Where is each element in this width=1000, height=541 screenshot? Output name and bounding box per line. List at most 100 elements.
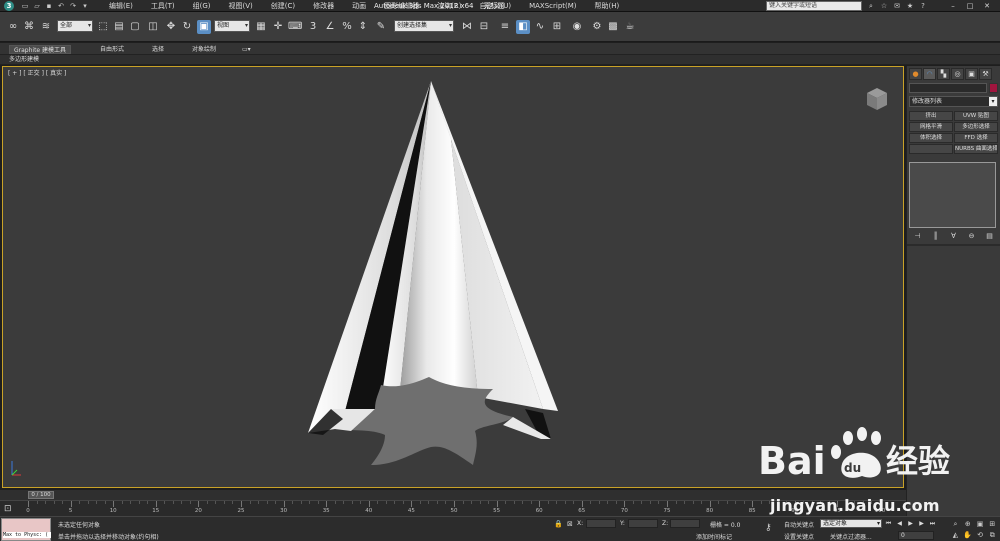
viewport-label[interactable]: [ + ] [ 正交 ] [ 真实 ] [8, 68, 66, 77]
modify-tab-icon[interactable]: ◠ [923, 68, 936, 80]
polygon-modeling-label[interactable]: 多边形建模 [9, 55, 39, 65]
link-icon[interactable]: ∞ [6, 20, 20, 34]
empty-modifier-button[interactable] [909, 144, 953, 154]
minimize-icon[interactable]: – [946, 1, 960, 11]
display-tab-icon[interactable]: ▣ [965, 68, 978, 80]
select-object-icon[interactable]: ⬚ [96, 20, 110, 34]
curve-editor-icon[interactable]: ∿ [533, 20, 547, 34]
zoom-all-icon[interactable]: ⊕ [962, 519, 973, 529]
auto-key-button[interactable]: 自动关键点 [784, 520, 814, 529]
select-by-name-icon[interactable]: ▤ [112, 20, 126, 34]
schematic-view-icon[interactable]: ⊞ [550, 20, 564, 34]
pin-stack-icon[interactable]: ⊣ [911, 231, 924, 241]
viewcube-icon[interactable] [863, 85, 891, 113]
layer-manager-icon[interactable]: ≡ [498, 20, 512, 34]
extrude-button[interactable]: 挤出 [909, 111, 953, 121]
modifier-stack-view[interactable] [909, 162, 996, 228]
orbit-icon[interactable]: ⟲ [975, 530, 986, 540]
star-extrusion-model[interactable] [303, 79, 573, 474]
rotate-icon[interactable]: ↻ [180, 20, 194, 34]
redo-icon[interactable]: ↷ [68, 1, 78, 11]
render-production-icon[interactable]: ☕ [623, 20, 637, 34]
rect-selection-icon[interactable]: ▢ [128, 20, 142, 34]
next-frame-icon[interactable]: ▶ [917, 519, 926, 528]
graphite-toggle-icon[interactable]: ◧ [516, 20, 530, 34]
uvw-map-button[interactable]: UVW 贴图 [954, 111, 998, 121]
edit-named-selection-icon[interactable]: ✎ [374, 20, 388, 34]
render-setup-icon[interactable]: ⚙ [590, 20, 604, 34]
pivot-center-icon[interactable]: ▦ [254, 20, 268, 34]
window-crossing-icon[interactable]: ◫ [146, 20, 160, 34]
menu-help[interactable]: 帮助(H) [586, 1, 629, 11]
new-file-icon[interactable]: ▭ [20, 1, 30, 11]
scale-icon[interactable]: ▣ [197, 20, 211, 34]
nurbs-surface-select-button[interactable]: NURBS 曲面选择 [954, 144, 998, 154]
select-manipulate-icon[interactable]: ✛ [271, 20, 285, 34]
menu-views[interactable]: 视图(V) [220, 1, 262, 11]
keyboard-shortcut-icon[interactable]: ⌨ [288, 20, 302, 34]
tab-graphite-modeling[interactable]: Graphite 建模工具 [9, 45, 72, 54]
go-to-start-icon[interactable]: ⏮ [884, 519, 893, 528]
open-file-icon[interactable]: ▱ [32, 1, 42, 11]
search-input[interactable]: 键入关键字或短语 [766, 1, 862, 11]
menu-tools[interactable]: 工具(T) [142, 1, 184, 11]
mesh-smooth-button[interactable]: 网格平滑 [909, 122, 953, 132]
close-icon[interactable]: ✕ [980, 1, 994, 11]
configure-sets-icon[interactable]: ▤ [983, 231, 996, 241]
y-coordinate-field[interactable] [628, 519, 658, 528]
named-selection-dropdown[interactable]: 创建选择集 ▾ [394, 20, 454, 32]
help-icon[interactable]: ? [918, 1, 928, 11]
object-name-field[interactable] [909, 83, 987, 93]
remove-modifier-icon[interactable]: ⊖ [965, 231, 978, 241]
spinner-snap-icon[interactable]: ⇕ [356, 20, 370, 34]
go-to-end-icon[interactable]: ⏭ [928, 519, 937, 528]
menu-group[interactable]: 组(G) [184, 1, 220, 11]
show-end-result-icon[interactable]: ║ [929, 231, 942, 241]
ribbon-options-icon[interactable]: ▭▾ [242, 45, 251, 54]
angle-snap-icon[interactable]: ∠ [323, 20, 337, 34]
play-icon[interactable]: ▶ [906, 519, 915, 528]
subscription-icon[interactable]: ☆ [879, 1, 889, 11]
maximize-viewport-icon[interactable]: ⧉ [987, 530, 998, 540]
favorites-icon[interactable]: ★ [905, 1, 915, 11]
search-icon[interactable]: ⌕ [866, 1, 876, 11]
mini-curve-editor-icon[interactable]: ⊡ [4, 503, 18, 515]
menu-modifiers[interactable]: 修改器 [304, 1, 343, 11]
unlink-icon[interactable]: ⌘ [22, 20, 36, 34]
key-filters-button[interactable]: 关键点过滤器... [830, 532, 872, 541]
material-editor-icon[interactable]: ◉ [570, 20, 584, 34]
key-selection-dropdown[interactable]: 选定对象 ▾ [820, 519, 882, 528]
object-color-swatch[interactable] [989, 83, 998, 93]
communication-icon[interactable]: ✉ [892, 1, 902, 11]
undo-icon[interactable]: ↶ [56, 1, 66, 11]
reference-coord-dropdown[interactable]: 视图 ▾ [214, 20, 250, 32]
selection-filter-dropdown[interactable]: 全部 ▾ [57, 20, 93, 32]
move-icon[interactable]: ✥ [164, 20, 178, 34]
bind-space-warp-icon[interactable]: ≋ [39, 20, 53, 34]
zoom-extents-all-icon[interactable]: ⊞ [987, 519, 998, 529]
app-logo[interactable]: 3 [0, 0, 18, 12]
motion-tab-icon[interactable]: ◎ [951, 68, 964, 80]
zoom-extents-icon[interactable]: ▣ [975, 519, 986, 529]
make-unique-icon[interactable]: ∀ [947, 231, 960, 241]
rendered-frame-icon[interactable]: ▩ [606, 20, 620, 34]
maximize-icon[interactable]: □ [963, 1, 977, 11]
vol-select-button[interactable]: 体积选择 [909, 133, 953, 143]
menu-animation[interactable]: 动画 [343, 1, 375, 11]
tab-selection[interactable]: 选择 [152, 45, 164, 54]
menu-maxscript[interactable]: MAXScript(M) [520, 2, 585, 10]
percent-snap-icon[interactable]: % [340, 20, 354, 34]
menu-create[interactable]: 创建(C) [262, 1, 304, 11]
tab-object-paint[interactable]: 对象绘制 [192, 45, 216, 54]
set-key-button[interactable]: 设置关键点 [784, 532, 814, 541]
x-coordinate-field[interactable] [586, 519, 616, 528]
align-icon[interactable]: ⊟ [477, 20, 491, 34]
tab-freeform[interactable]: 自由形式 [100, 45, 124, 54]
z-coordinate-field[interactable] [670, 519, 700, 528]
maxscript-listener[interactable]: Max to Physc: ( [1, 518, 51, 541]
menu-edit[interactable]: 编辑(E) [100, 1, 142, 11]
key-icon[interactable]: ⚷ [765, 523, 772, 533]
utilities-tab-icon[interactable]: ⚒ [979, 68, 992, 80]
zoom-icon[interactable]: ⌕ [950, 519, 961, 529]
project-folder-icon[interactable]: ▾ [80, 1, 90, 11]
